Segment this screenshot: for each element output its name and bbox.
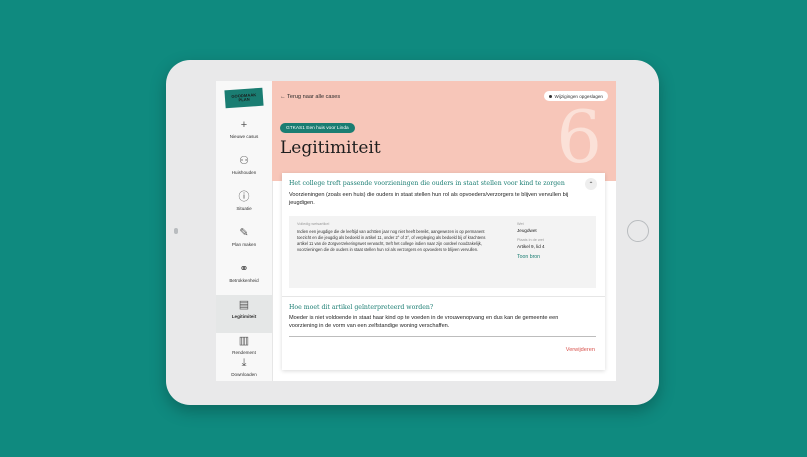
law-meta: Wet Jeugdwet Plaats in de wet Artikel 9,… (517, 222, 589, 260)
arrow-left-icon: ← (280, 94, 286, 100)
sidebar-item-label: Situatie (236, 206, 252, 211)
plan-icon: ✎ (239, 227, 249, 239)
sidebar-item-label: Plan maken (231, 242, 257, 247)
interpretation-answer-field[interactable]: Moeder is niet voldoende in staat haar k… (289, 314, 579, 330)
page-header: ← Terug naar alle cases Wijzigingen opge… (272, 81, 616, 181)
collapse-button[interactable]: ⌃ (585, 178, 597, 190)
card-title: Het college treft passende voorzieningen… (289, 180, 565, 187)
sidebar-item-downloaden[interactable]: ⤓ Downloaden (216, 357, 272, 381)
household-icon: ⚇ (239, 155, 249, 167)
sidebar-item-huishouden[interactable]: ⚇ Huishouden (216, 155, 272, 187)
legitimacy-card: Het college treft passende voorzieningen… (282, 173, 605, 370)
case-tag[interactable]: GTKAS1 Een huis voor Linda (280, 123, 355, 133)
logo-text: GOODMAAK PLAN (231, 91, 257, 103)
show-source-link[interactable]: Toon bron (517, 254, 589, 260)
sidebar-item-label: Nieuwe casus (229, 134, 259, 139)
document-icon: ▤ (238, 299, 250, 311)
status-dot-icon (549, 94, 553, 98)
plus-icon: + (240, 119, 248, 131)
home-button[interactable] (627, 220, 649, 242)
chart-icon: ▥ (238, 335, 250, 347)
app-logo[interactable]: GOODMAAK PLAN (224, 87, 264, 109)
card-description: Voorzieningen (zoals een huis) die ouder… (289, 192, 569, 206)
sidebar-item-betrokkenheid[interactable]: ⚭ Betrokkenheid (216, 263, 272, 295)
page-title: Legitimiteit (280, 138, 381, 158)
back-link[interactable]: ← Terug naar alle cases (280, 94, 340, 100)
sidebar-item-label: Rendement (232, 350, 256, 355)
wet-label: Wet (517, 222, 524, 226)
sidebar-item-label: Betrokkenheid (229, 278, 259, 283)
sidebar-item-label: Huishouden (231, 170, 257, 175)
sidebar-item-plan-maken[interactable]: ✎ Plan maken (216, 227, 272, 259)
info-icon: ⓘ (238, 191, 250, 203)
back-link-label: Terug naar alle cases (287, 94, 341, 100)
sidebar-item-label: Legitimiteit (231, 314, 257, 319)
sidebar-item-nieuwe-casus[interactable]: + Nieuwe casus (216, 119, 272, 151)
step-number: 6 (556, 95, 602, 179)
sidebar: GOODMAAK PLAN + Nieuwe casus ⚇ Huishoude… (216, 81, 273, 381)
answer-underline (289, 336, 596, 337)
sidebar-item-label: Downloaden (231, 372, 257, 377)
place-label: Plaats in de wet (517, 238, 544, 242)
sidebar-item-situatie[interactable]: ⓘ Situatie (216, 191, 272, 223)
law-label: Volledig wetsartikel (297, 222, 330, 226)
tablet-frame: GOODMAAK PLAN + Nieuwe casus ⚇ Huishoude… (166, 60, 659, 405)
interpretation-question: Hoe moet dit artikel geïnterpreteerd wor… (289, 304, 434, 311)
divider (282, 296, 605, 297)
download-icon: ⤓ (241, 357, 247, 369)
chevron-up-icon: ⌃ (588, 181, 594, 188)
app-screen: GOODMAAK PLAN + Nieuwe casus ⚇ Huishoude… (216, 81, 616, 381)
place-value: Artikel 9, lid 4 (517, 244, 545, 249)
involvement-icon: ⚭ (239, 263, 249, 275)
wet-value: Jeugdwet (517, 228, 537, 233)
law-text: Indien een jeugdige die de leeftijd van … (297, 229, 486, 253)
law-article-box: Volledig wetsartikel Indien een jeugdige… (289, 216, 596, 288)
camera-dot (174, 228, 178, 234)
sidebar-item-legitimiteit[interactable]: ▤ Legitimiteit (216, 295, 272, 333)
delete-button[interactable]: Verwijderen (566, 347, 595, 353)
